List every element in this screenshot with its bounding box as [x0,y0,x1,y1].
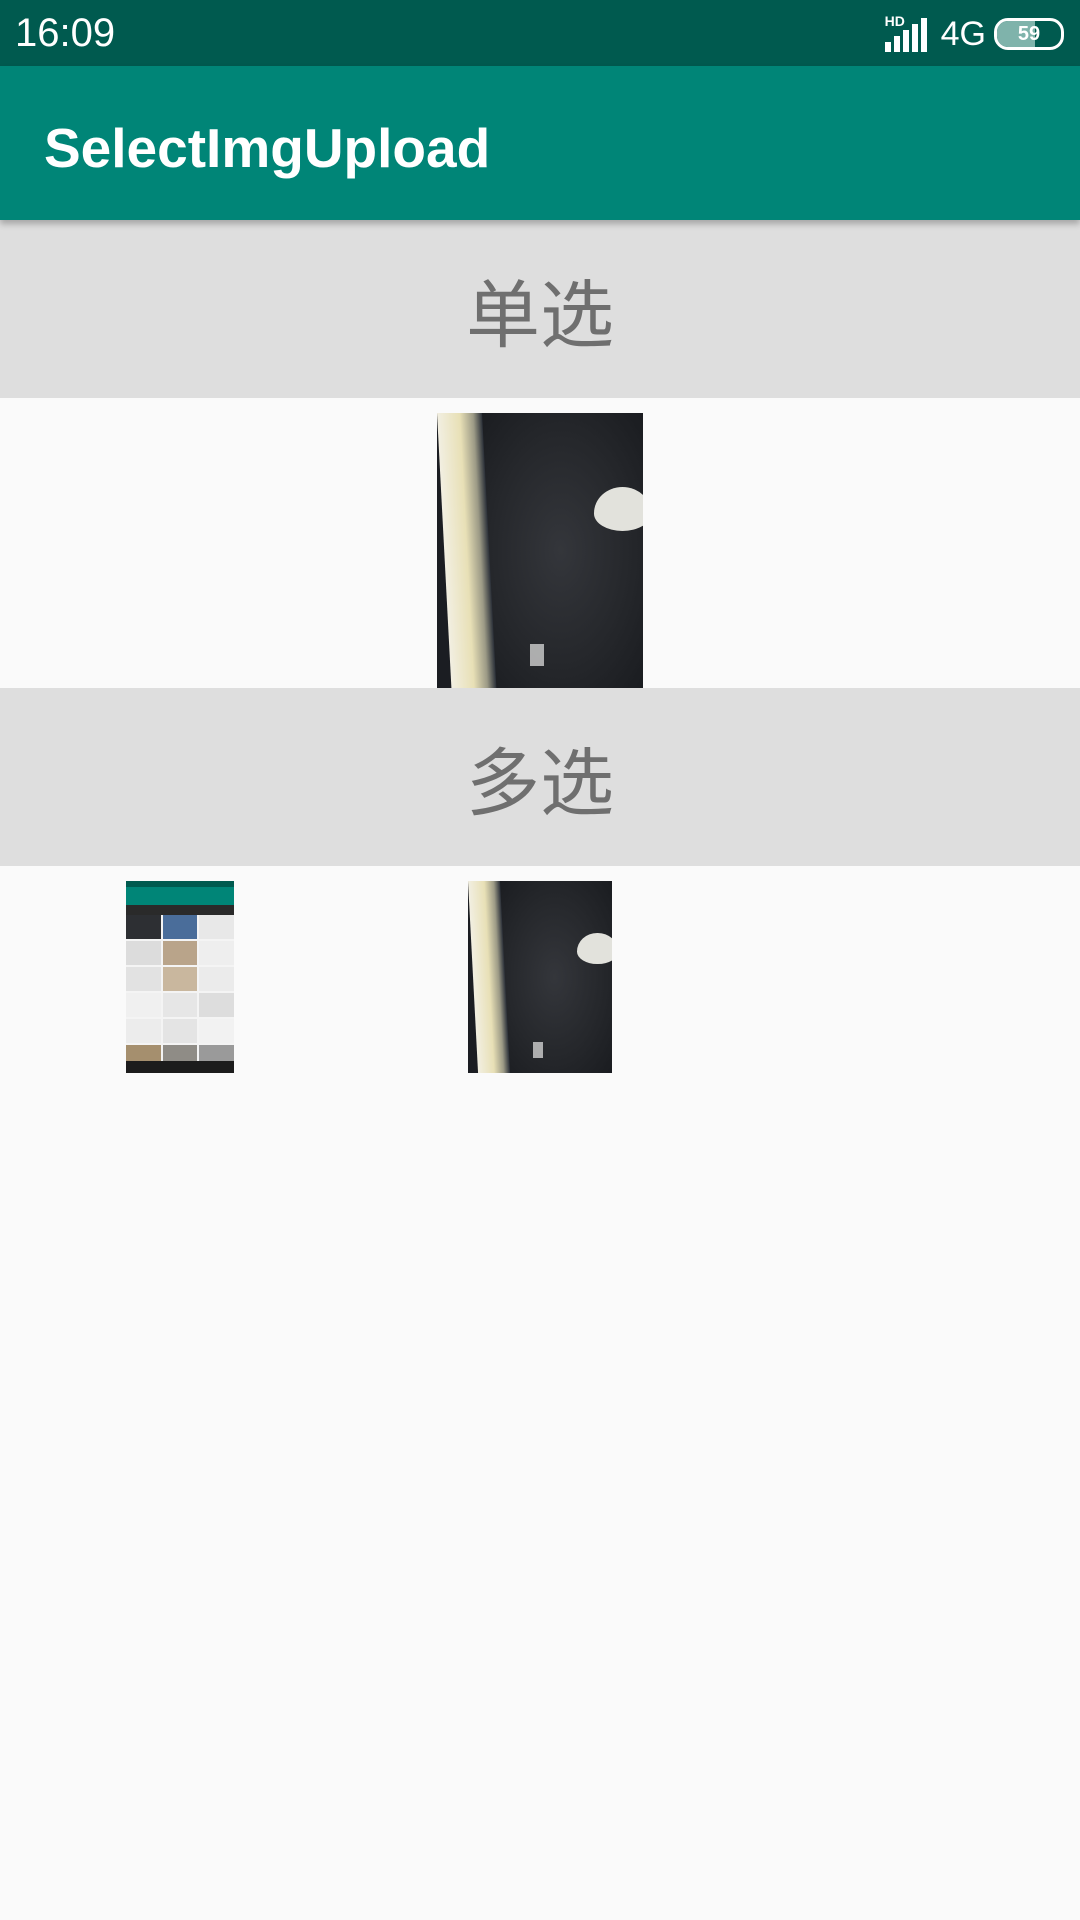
multi-selected-image-1[interactable] [126,881,234,1073]
status-icons: HD 4G 59 [884,14,1064,54]
multi-select-label: 多选 [466,740,614,827]
status-time: 16:09 [15,11,116,55]
single-select-button[interactable]: 单选 [0,220,1080,398]
app-bar: SelectImgUpload [0,66,1080,220]
battery-level: 59 [1017,23,1041,45]
network-type: 4G [940,15,986,53]
signal-icon: HD [884,14,933,52]
app-title: SelectImgUpload [44,117,491,179]
battery-icon: 59 [994,18,1064,50]
single-selected-image[interactable] [437,413,643,688]
single-select-label: 单选 [466,272,614,359]
multi-selected-image-2[interactable] [468,881,612,1073]
multi-select-button[interactable]: 多选 [0,688,1080,866]
status-bar: 16:09 HD 4G 59 [0,0,1080,66]
